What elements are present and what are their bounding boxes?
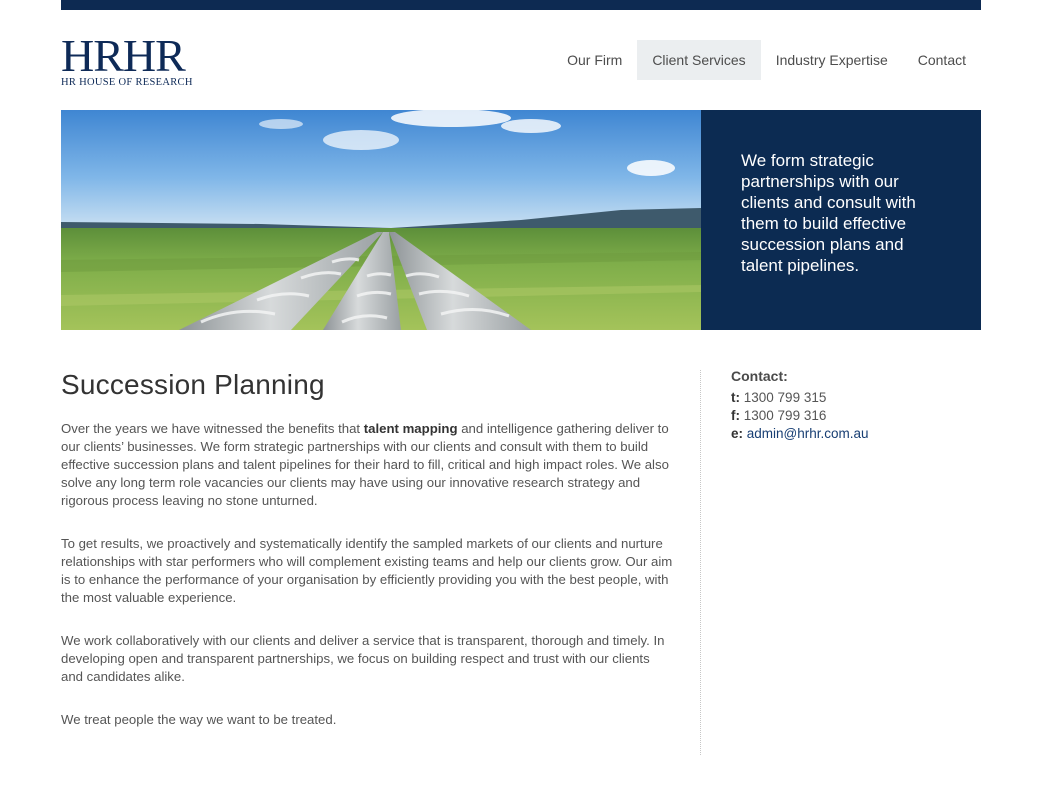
fax-label: f: [731, 408, 740, 423]
hero-banner: We form strategic partnerships with our … [61, 110, 981, 330]
email-link[interactable]: admin@hrhr.com.au [747, 426, 869, 441]
nav-item-industry-expertise[interactable]: Industry Expertise [761, 40, 903, 80]
hero-tagline: We form strategic partnerships with our … [741, 151, 916, 275]
content-divider [700, 370, 701, 755]
logo-mark: HRHR [61, 30, 186, 81]
contact-heading: Contact: [731, 368, 788, 384]
page-title: Succession Planning [61, 369, 325, 400]
nav-item-contact[interactable]: Contact [903, 40, 981, 80]
hero-image-pipelines [61, 110, 701, 330]
contact-email: e: admin@hrhr.com.au [731, 425, 981, 443]
contact-sidebar: Contact: t: 1300 799 315 f: 1300 799 316… [731, 368, 981, 443]
top-accent-bar [61, 0, 981, 10]
main-content: Succession Planning Over the years we ha… [61, 368, 673, 754]
phone-label: t: [731, 390, 740, 405]
collaboration-paragraph: We work collaboratively with our clients… [61, 633, 665, 684]
email-label: e: [731, 426, 744, 441]
main-nav: Our Firm Client Services Industry Expert… [552, 40, 981, 80]
nav-item-our-firm[interactable]: Our Firm [552, 40, 637, 80]
talent-mapping-emphasis: talent mapping [363, 421, 458, 436]
intro-paragraph: Over the years we have witnessed the ben… [61, 420, 673, 510]
phone-number: 1300 799 315 [743, 390, 827, 405]
results-paragraph: To get results, we proactively and syste… [61, 536, 673, 605]
contact-phone: t: 1300 799 315 [731, 389, 981, 407]
hero-tagline-panel: We form strategic partnerships with our … [701, 110, 981, 330]
logo[interactable]: HRHR HR HOUSE OF RESEARCH [61, 30, 221, 92]
contact-fax: f: 1300 799 316 [731, 407, 981, 425]
fax-number: 1300 799 316 [743, 408, 827, 423]
values-paragraph: We treat people the way we want to be tr… [61, 712, 337, 727]
intro-text-start: Over the years we have witnessed the ben… [61, 421, 364, 436]
logo-subtitle: HR HOUSE OF RESEARCH [61, 77, 193, 88]
nav-item-client-services[interactable]: Client Services [637, 40, 761, 80]
